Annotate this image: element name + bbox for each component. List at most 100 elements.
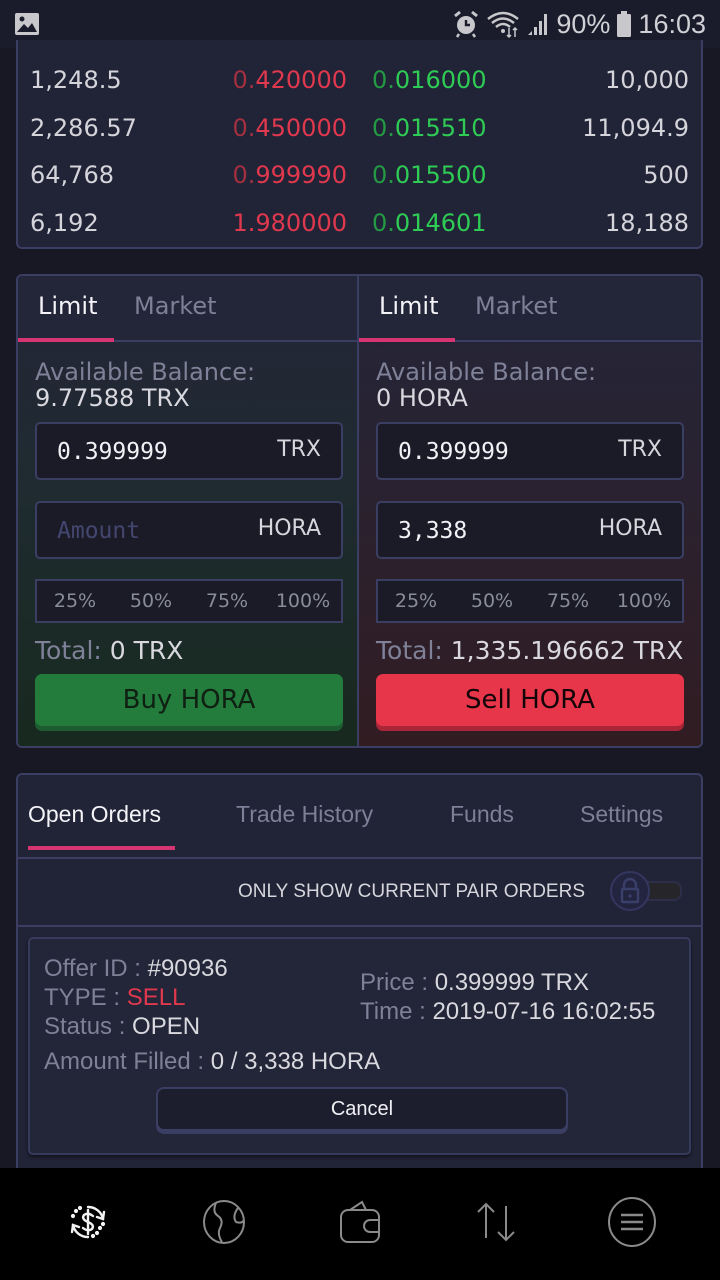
sell-percent-75[interactable]: 75% [530,581,606,621]
buy-price-input[interactable] [57,436,237,468]
tab-funds[interactable]: Funds [450,801,514,828]
sell-tab-market[interactable]: Market [475,292,558,320]
offer-id: Offer ID : #90936 [44,955,228,982]
alarm-icon [452,10,480,38]
orderbook-ask: 0.999990 [232,161,347,189]
buy-tab-limit[interactable]: Limit [38,292,98,320]
orderbook-total: 10,000 [605,66,689,94]
buy-price-unit: TRX [277,437,321,462]
buy-tab-underline [18,338,114,342]
cancel-order-button[interactable]: Cancel [156,1087,568,1131]
globe-icon [200,1198,248,1250]
buy-amount-input[interactable] [57,515,237,547]
tab-settings[interactable]: Settings [580,801,663,828]
lock-icon [612,877,648,913]
nav-wallet[interactable] [330,1194,390,1254]
orderbook-total: 11,094.9 [582,114,689,142]
nav-menu[interactable] [602,1194,662,1254]
orderbook-bid: 0.015510 [372,114,487,142]
transfer-arrows-icon [472,1198,520,1250]
nav-transfers[interactable] [466,1194,526,1254]
orderbook-bid: 0.015500 [372,161,487,189]
buy-panel: Limit Market Available Balance: 9.77588 … [18,276,359,746]
sell-button[interactable]: Sell HORA [376,674,684,726]
buy-total: Total: 0 TRX [35,636,183,665]
toggle-knob [610,871,650,911]
orderbook-total: 18,188 [605,209,689,237]
trade-panels: Limit Market Available Balance: 9.77588 … [16,274,703,748]
tab-open-orders[interactable]: Open Orders [28,801,161,828]
orderbook-amount: 6,192 [30,209,99,237]
orderbook-row[interactable]: 64,768 0.999990 0.015500 500 [18,151,701,199]
order-status: Status : OPEN [44,1013,201,1040]
buy-percent-selector: 25% 50% 75% 100% [35,579,343,623]
buy-price-field[interactable]: TRX [35,422,343,480]
orderbook-row[interactable]: 1,248.5 0.420000 0.016000 10,000 [18,56,701,104]
sell-percent-50[interactable]: 50% [454,581,530,621]
sell-amount-unit: HORA [598,516,662,541]
orderbook-amount: 64,768 [30,161,114,189]
nav-markets[interactable] [194,1194,254,1254]
sell-amount-input[interactable] [398,515,578,547]
pair-filter-toggle[interactable] [610,871,686,911]
pair-filter-label: ONLY SHOW CURRENT PAIR ORDERS [238,881,585,902]
sell-tab-limit[interactable]: Limit [379,292,439,320]
orderbook-amount: 1,248.5 [30,66,122,94]
sell-balance-label: Available Balance: [376,358,597,386]
pair-filter-row: ONLY SHOW CURRENT PAIR ORDERS [18,859,701,927]
signal-icon [526,11,550,37]
sell-order-type-tabs: Limit Market [359,276,701,342]
wifi-icon [486,10,520,38]
buy-percent-50[interactable]: 50% [113,581,189,621]
orderbook-row[interactable]: 6,192 1.980000 0.014601 18,188 [18,199,701,247]
amount-filled: Amount Filled : 0 / 3,338 HORA [44,1048,381,1075]
buy-tab-market[interactable]: Market [134,292,217,320]
buy-order-type-tabs: Limit Market [18,276,357,342]
orders-section: Open Orders Trade History Funds Settings… [16,773,703,1193]
orderbook: 1,248.5 0.420000 0.016000 10,000 2,286.5… [16,40,703,249]
order-price: Price : 0.399999 TRX [360,969,590,996]
buy-balance-value: 9.77588 TRX [35,384,190,412]
sell-price-field[interactable]: TRX [376,422,684,480]
clock: 16:03 [638,8,706,39]
orderbook-row[interactable]: 2,286.57 0.450000 0.015510 11,094.9 [18,104,701,152]
buy-amount-field[interactable]: HORA [35,501,343,559]
battery-icon [616,10,632,38]
orderbook-ask: 1.980000 [232,209,347,237]
sell-tab-underline [359,338,455,342]
wallet-icon [336,1198,384,1250]
sell-percent-25[interactable]: 25% [378,581,454,621]
bottom-nav [0,1168,720,1280]
orderbook-ask: 0.420000 [232,66,347,94]
orderbook-ask: 0.450000 [232,114,347,142]
buy-total-label: Total: [35,636,102,665]
sell-total: Total: 1,335.196662 TRX [376,636,683,665]
sell-price-unit: TRX [618,437,662,462]
orderbook-amount: 2,286.57 [30,114,137,142]
sell-percent-selector: 25% 50% 75% 100% [376,579,684,623]
orders-tab-underline [28,846,175,850]
sell-price-input[interactable] [398,436,578,468]
sell-percent-100[interactable]: 100% [606,581,682,621]
sell-total-label: Total: [376,636,443,665]
battery-percent: 90% [556,8,611,39]
orderbook-bid: 0.016000 [372,66,487,94]
sell-amount-field[interactable]: HORA [376,501,684,559]
orderbook-total: 500 [643,161,689,189]
tab-trade-history[interactable]: Trade History [236,801,373,828]
sell-panel: Limit Market Available Balance: 0 HORA T… [359,276,701,746]
buy-percent-75[interactable]: 75% [189,581,265,621]
sell-total-value: 1,335.196662 TRX [450,636,684,665]
buy-percent-25[interactable]: 25% [37,581,113,621]
buy-balance-label: Available Balance: [35,358,256,386]
exchange-dollar-icon [61,1195,115,1253]
orderbook-bid: 0.014601 [372,209,487,237]
order-type: TYPE : SELL [44,984,186,1011]
open-order-card: Offer ID : #90936 TYPE : SELL Status : O… [28,937,691,1155]
menu-icon [606,1196,658,1252]
buy-percent-100[interactable]: 100% [265,581,341,621]
image-icon [14,12,40,36]
sell-balance-value: 0 HORA [376,384,468,412]
nav-exchange[interactable] [58,1194,118,1254]
buy-button[interactable]: Buy HORA [35,674,343,726]
